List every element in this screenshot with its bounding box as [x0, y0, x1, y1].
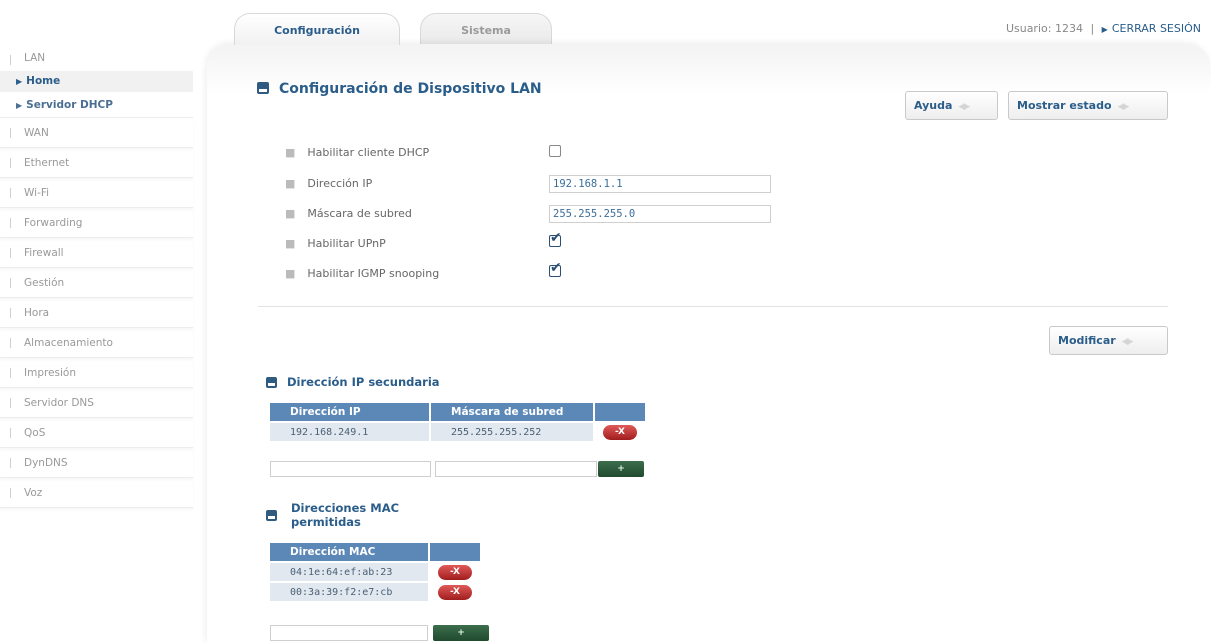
cell-ip: 192.168.249.1: [270, 423, 429, 441]
sidebar-item-firewall[interactable]: Firewall: [0, 238, 193, 268]
delete-button[interactable]: -X: [438, 584, 472, 600]
dhcp-client-checkbox[interactable]: [549, 145, 561, 157]
sidebar: LAN ▶ Home ▶ Servidor DHCP WAN Ethernet Wi…: [0, 45, 193, 508]
show-status-button[interactable]: Mostrar estado ◀▶: [1008, 91, 1168, 120]
help-button[interactable]: Ayuda ◀▶: [905, 91, 998, 120]
igmp-checkbox[interactable]: [549, 260, 562, 277]
dhcp-client-label: Habilitar cliente DHCP: [307, 146, 430, 159]
double-arrow-icon: ◀▶: [1121, 337, 1134, 347]
section-square-icon: [257, 82, 269, 94]
user-label: Usuario: 1234: [1005, 22, 1083, 35]
delete-button[interactable]: -X: [603, 424, 637, 440]
triangle-right-icon: ▶: [16, 77, 23, 86]
section-divider: [258, 306, 1168, 307]
mac-title: Direcciones MAC permitidas: [266, 501, 399, 529]
ip-address-input[interactable]: 192.168.1.1: [549, 175, 771, 193]
table-row: 04:1e:64:ef:ab:23 -X: [270, 563, 480, 581]
section-square-icon: [266, 510, 277, 521]
column-header-actions: [430, 543, 480, 561]
new-mac-input[interactable]: [270, 625, 428, 641]
secondary-ip-title: Dirección IP secundaria: [266, 375, 440, 389]
sidebar-item-voz[interactable]: Voz: [0, 478, 193, 508]
sidebar-item-label: Servidor DHCP: [26, 99, 113, 111]
cell-actions: -X: [430, 583, 480, 601]
sidebar-item-wan[interactable]: WAN: [0, 118, 193, 148]
double-arrow-icon: ◀▶: [958, 102, 970, 112]
triangle-right-icon: ▶: [1101, 25, 1108, 34]
table-row: 00:3a:39:f2:e7:cb -X: [270, 583, 480, 601]
igmp-row: ■ Habilitar IGMP snooping: [285, 267, 439, 280]
cell-mac: 00:3a:39:f2:e7:cb: [270, 583, 428, 601]
ip-row: ■ Dirección IP: [285, 177, 372, 190]
add-button[interactable]: +: [433, 625, 489, 641]
column-header-ip: Dirección IP: [270, 403, 429, 421]
bullet-icon: ■: [285, 146, 296, 159]
table-row: 192.168.249.1 255.255.255.252 -X: [270, 423, 645, 441]
sidebar-item-ethernet[interactable]: Ethernet: [0, 148, 193, 178]
upnp-label: Habilitar UPnP: [307, 237, 386, 250]
section-square-icon: [266, 377, 277, 388]
logout-label: CERRAR SESIÓN: [1111, 22, 1201, 35]
mac-title-line1: Direcciones MAC: [291, 501, 400, 515]
tab-configuracion[interactable]: Configuración: [234, 13, 400, 45]
cell-actions: -X: [595, 423, 645, 441]
sidebar-item-almacenamiento[interactable]: Almacenamiento: [0, 328, 193, 358]
sidebar-item-dyndns[interactable]: DynDNS: [0, 448, 193, 478]
cell-actions: -X: [430, 563, 480, 581]
double-arrow-icon: ◀▶: [1117, 102, 1130, 112]
triangle-right-icon: ▶: [16, 101, 23, 110]
column-header-mask: Máscara de subred: [431, 403, 593, 421]
page-title: Configuración de Dispositivo LAN: [257, 81, 542, 97]
user-bar: Usuario: 1234 | ▶ CERRAR SESIÓN: [1006, 22, 1201, 35]
new-ip-input[interactable]: [270, 461, 431, 477]
show-status-button-label: Mostrar estado: [1017, 99, 1112, 112]
mask-label: Máscara de subred: [307, 207, 412, 220]
sidebar-item-forwarding[interactable]: Forwarding: [0, 208, 193, 238]
secondary-ip-title-text: Dirección IP secundaria: [287, 375, 440, 389]
bullet-icon: ■: [285, 267, 296, 280]
user-separator: |: [1090, 22, 1095, 35]
modify-button[interactable]: Modificar ◀▶: [1049, 326, 1168, 355]
sidebar-item-lan[interactable]: LAN: [0, 45, 193, 71]
sidebar-item-gestion[interactable]: Gestión: [0, 268, 193, 298]
upnp-checkbox[interactable]: [549, 230, 562, 247]
secondary-ip-table: Dirección IP Máscara de subred 192.168.2…: [268, 401, 647, 443]
sidebar-item-wifi[interactable]: Wi-Fi: [0, 178, 193, 208]
new-mask-input[interactable]: [435, 461, 597, 477]
table-header-row: Dirección MAC: [270, 543, 480, 561]
column-header-actions: [595, 403, 645, 421]
bullet-icon: ■: [285, 207, 296, 220]
sidebar-item-hora[interactable]: Hora: [0, 298, 193, 328]
sidebar-item-servidor-dns[interactable]: Servidor DNS: [0, 388, 193, 418]
cell-mask: 255.255.255.252: [431, 423, 593, 441]
delete-button[interactable]: -X: [438, 564, 472, 580]
mac-title-line2: permitidas: [291, 515, 361, 529]
tab-sistema[interactable]: Sistema: [420, 13, 552, 45]
sidebar-item-qos[interactable]: QoS: [0, 418, 193, 448]
add-mac-wrapper: +: [433, 625, 489, 641]
modify-button-label: Modificar: [1058, 334, 1116, 347]
bullet-icon: ■: [285, 177, 296, 190]
subnet-mask-input[interactable]: 255.255.255.0: [549, 205, 771, 223]
page-title-text: Configuración de Dispositivo LAN: [279, 81, 542, 97]
sidebar-item-impresion[interactable]: Impresión: [0, 358, 193, 388]
mask-row: ■ Máscara de subred: [285, 207, 412, 220]
column-header-mac: Dirección MAC: [270, 543, 428, 561]
cell-mac: 04:1e:64:ef:ab:23: [270, 563, 428, 581]
sidebar-item-label: Home: [26, 75, 61, 87]
sidebar-item-home[interactable]: ▶ Home: [0, 71, 193, 92]
help-button-label: Ayuda: [914, 99, 953, 112]
mac-table: Dirección MAC 04:1e:64:ef:ab:23 -X 00:3a…: [268, 541, 482, 603]
upnp-row: ■ Habilitar UPnP: [285, 237, 386, 250]
sidebar-item-label: LAN: [24, 52, 46, 64]
logout-link[interactable]: ▶ CERRAR SESIÓN: [1102, 22, 1201, 35]
dhcp-client-row: ■ Habilitar cliente DHCP: [285, 146, 429, 159]
bullet-icon: ■: [285, 237, 296, 250]
ip-label: Dirección IP: [307, 177, 373, 190]
add-ip-wrapper: +: [598, 461, 644, 477]
sidebar-item-servidor-dhcp[interactable]: ▶ Servidor DHCP: [0, 92, 193, 118]
igmp-label: Habilitar IGMP snooping: [307, 267, 440, 280]
add-button[interactable]: +: [598, 461, 644, 477]
table-header-row: Dirección IP Máscara de subred: [270, 403, 645, 421]
